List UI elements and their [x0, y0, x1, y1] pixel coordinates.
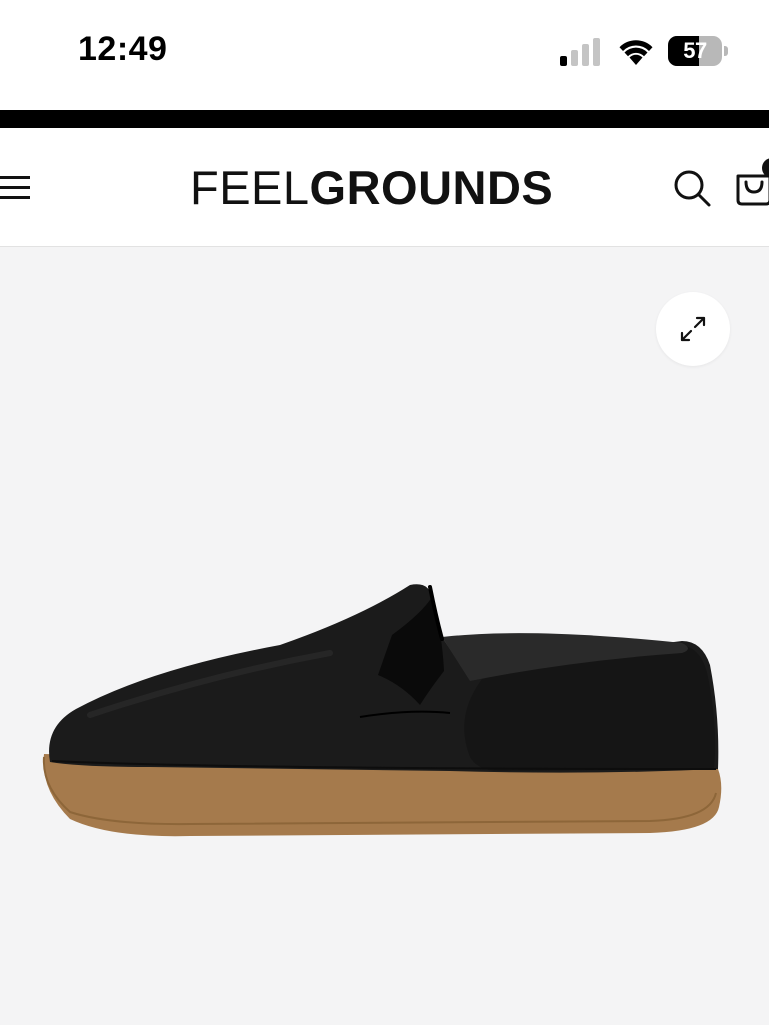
- expand-button[interactable]: [656, 292, 730, 366]
- battery-body: 57: [668, 36, 722, 66]
- menu-icon[interactable]: [0, 174, 32, 202]
- status-bar: 12:49 57: [0, 0, 769, 108]
- battery-level: 57: [683, 38, 707, 63]
- product-shoe-image: [42, 584, 722, 837]
- battery-tip: [724, 46, 728, 56]
- signal-bar: [560, 56, 567, 66]
- page: 12:49 57 FEELGROUNDS: [0, 0, 769, 1025]
- search-icon[interactable]: [672, 168, 712, 208]
- signal-bar: [571, 50, 578, 66]
- logo-text-light: FEEL: [190, 161, 310, 214]
- signal-bar: [582, 44, 589, 66]
- wifi-icon: [616, 36, 656, 66]
- site-header: FEELGROUNDS: [0, 128, 769, 247]
- product-image-area[interactable]: [0, 247, 769, 1025]
- expand-icon: [680, 316, 706, 342]
- status-time: 12:49: [78, 30, 168, 68]
- battery-icon: 57: [668, 36, 728, 66]
- logo[interactable]: FEELGROUNDS: [190, 158, 553, 218]
- logo-text-bold: GROUNDS: [309, 161, 554, 214]
- cart-icon[interactable]: [734, 158, 769, 210]
- cellular-signal-icon: [560, 38, 604, 66]
- signal-bar: [593, 38, 600, 66]
- announcement-bar: [0, 110, 769, 128]
